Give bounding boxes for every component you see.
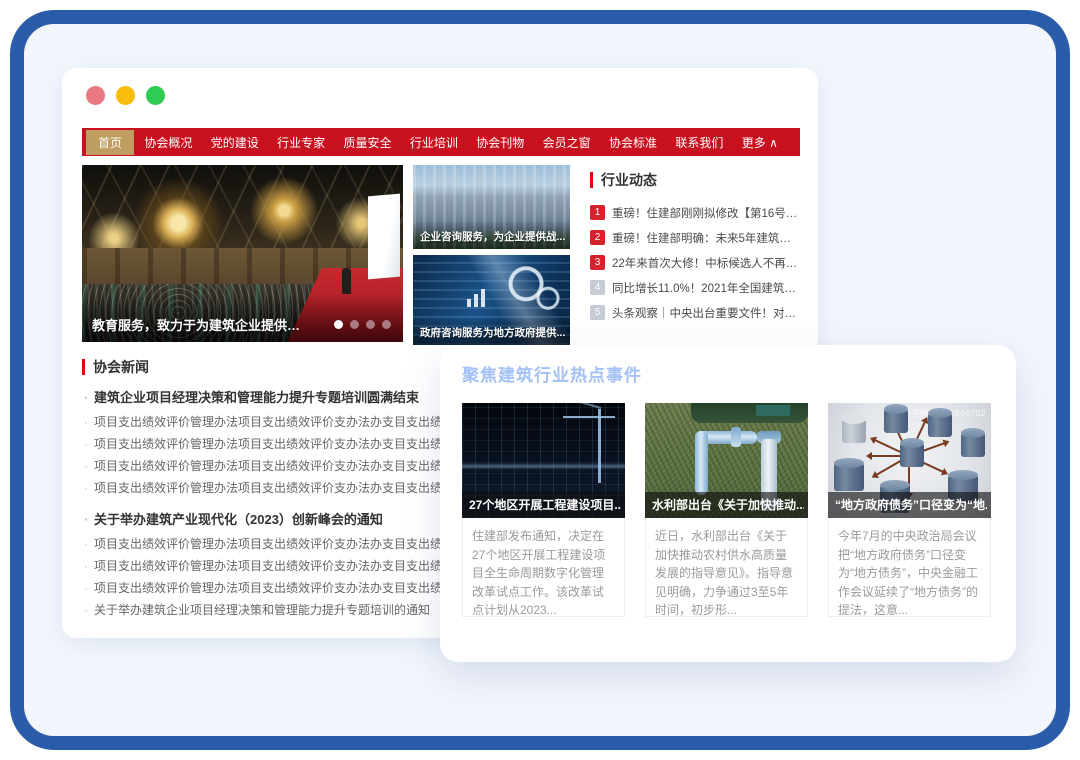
industry-news-item[interactable]: 5 头条观察｜中央出台重要文件！对建筑业影响... bbox=[590, 300, 802, 325]
nav-item-standards[interactable]: 协会标准 bbox=[601, 130, 665, 155]
nav-item-more[interactable]: 更多 ∧ bbox=[734, 130, 786, 155]
nav-item-overview[interactable]: 协会概况 bbox=[136, 130, 200, 155]
pipe-joint bbox=[731, 427, 741, 447]
hotspot-card-water-supply[interactable]: 水利部出台《关于加快推动... 近日，水利部出台《关于加快推动农村供水高质量发展… bbox=[645, 403, 808, 617]
main-navigation: 首页 协会概况 党的建设 行业专家 质量安全 行业培训 协会刊物 会员之窗 协会… bbox=[82, 128, 800, 156]
card-summary: 住建部发布通知，决定在27个地区开展工程建设项目全生命周期数字化管理改革试点工作… bbox=[463, 518, 624, 616]
barrel-icon bbox=[928, 413, 952, 437]
industry-news-text: 同比增长11.0%！2021年全国建筑业总产值... bbox=[612, 280, 802, 296]
banner-caption: 企业咨询服务，为企业提供战... bbox=[420, 229, 566, 244]
minimize-window-icon[interactable] bbox=[116, 86, 135, 105]
industry-news-text: 22年来首次大修！中标候选人不再排序！招标... bbox=[612, 255, 802, 271]
rank-badge: 1 bbox=[590, 205, 605, 220]
close-window-icon[interactable] bbox=[86, 86, 105, 105]
card-summary: 今年7月的中央政治局会议把“地方政府债务”口径变为“地方债务”，中央金融工作会议… bbox=[829, 518, 990, 616]
rank-badge: 4 bbox=[590, 280, 605, 295]
barrel-icon bbox=[842, 419, 866, 443]
nav-item-experts[interactable]: 行业专家 bbox=[269, 130, 333, 155]
chart-bars-icon bbox=[467, 289, 485, 307]
nav-item-training[interactable]: 行业培训 bbox=[402, 130, 466, 155]
barrel-icon bbox=[884, 409, 908, 433]
card-caption: “地方政府债务”口径变为“地... bbox=[835, 492, 987, 518]
rank-badge: 2 bbox=[590, 230, 605, 245]
nav-item-party-building[interactable]: 党的建设 bbox=[203, 130, 267, 155]
hotspot-title: 聚焦建筑行业热点事件 bbox=[462, 361, 642, 386]
card-summary: 近日，水利部出台《关于加快推动农村供水高质量发展的指导意见》。指导意见明确，力争… bbox=[646, 518, 807, 616]
banner-caption: 政府咨询服务为地方政府提供... bbox=[420, 325, 566, 340]
sign-board bbox=[756, 405, 790, 416]
hero-image-projector-screen bbox=[368, 194, 400, 280]
hotspot-card-local-debt[interactable]: 千图网 5121846702 “地方政府债务”口径变为“地... bbox=[828, 403, 991, 617]
barrel-icon bbox=[834, 463, 864, 491]
crane-icon bbox=[598, 409, 601, 483]
hero-caption: 教育服务，致力于为建筑企业提供企业... bbox=[92, 315, 307, 334]
carousel-dots bbox=[334, 320, 391, 329]
nav-item-contact[interactable]: 联系我们 bbox=[667, 130, 731, 155]
carousel-dot-4[interactable] bbox=[382, 320, 391, 329]
nav-item-quality-safety[interactable]: 质量安全 bbox=[336, 130, 400, 155]
banner-government-consulting[interactable]: 政府咨询服务为地方政府提供... bbox=[413, 255, 570, 345]
crane-icon bbox=[572, 403, 601, 409]
carousel-dot-2[interactable] bbox=[350, 320, 359, 329]
nav-item-home[interactable]: 首页 bbox=[86, 130, 134, 155]
industry-news-item[interactable]: 2 重磅！住建部明确：未来5年建筑业大方向定... bbox=[590, 225, 802, 250]
hotspot-card-digital-construction[interactable]: 27个地区开展工程建设项目... 住建部发布通知，决定在27个地区开展工程建设项… bbox=[462, 403, 625, 617]
barrel-icon bbox=[961, 433, 985, 457]
hero-carousel[interactable]: 教育服务，致力于为建筑企业提供企业... bbox=[82, 165, 403, 342]
card-caption: 27个地区开展工程建设项目... bbox=[469, 492, 621, 518]
industry-news-item[interactable]: 4 同比增长11.0%！2021年全国建筑业总产值... bbox=[590, 275, 802, 300]
maximize-window-icon[interactable] bbox=[146, 86, 165, 105]
rank-badge: 5 bbox=[590, 305, 605, 320]
carousel-dot-1[interactable] bbox=[334, 320, 343, 329]
industry-news-item[interactable]: 1 重磅！住建部刚刚拟修改【第16号部令】，工... bbox=[590, 200, 802, 225]
industry-news-text: 重磅！住建部刚刚拟修改【第16号部令】，工... bbox=[612, 205, 802, 221]
card-image-construction: 27个地区开展工程建设项目... bbox=[462, 403, 625, 518]
barrel-icon-center bbox=[900, 443, 924, 467]
hero-image-speaker bbox=[342, 268, 351, 294]
nav-item-journal[interactable]: 协会刊物 bbox=[468, 130, 532, 155]
industry-news-list: 1 重磅！住建部刚刚拟修改【第16号部令】，工... 2 重磅！住建部明确：未来… bbox=[590, 200, 802, 325]
window-controls bbox=[86, 86, 165, 105]
crane-icon bbox=[563, 416, 615, 418]
banner-enterprise-consulting[interactable]: 企业咨询服务，为企业提供战... bbox=[413, 165, 570, 249]
card-image-pipes: 水利部出台《关于加快推动... bbox=[645, 403, 808, 518]
hero-image-ceiling bbox=[82, 165, 403, 248]
pipe-icon bbox=[695, 431, 708, 495]
card-caption: 水利部出台《关于加快推动... bbox=[652, 492, 804, 518]
industry-news-text: 重磅！住建部明确：未来5年建筑业大方向定... bbox=[612, 230, 802, 246]
card-image-barrels: 千图网 5121846702 “地方政府债务”口径变为“地... bbox=[828, 403, 991, 518]
nav-item-members[interactable]: 会员之窗 bbox=[535, 130, 599, 155]
industry-news-item[interactable]: 3 22年来首次大修！中标候选人不再排序！招标... bbox=[590, 250, 802, 275]
carousel-dot-3[interactable] bbox=[366, 320, 375, 329]
hotspot-overlay-card: 聚焦建筑行业热点事件 27个地区开展工程建设项目... 住建部发布通知，决定在2… bbox=[440, 345, 1016, 662]
rank-badge: 3 bbox=[590, 255, 605, 270]
industry-news-title: 行业动态 bbox=[590, 172, 802, 188]
industry-news-panel: 行业动态 1 重磅！住建部刚刚拟修改【第16号部令】，工... 2 重磅！住建部… bbox=[590, 172, 802, 325]
foliage bbox=[691, 403, 808, 423]
industry-news-text: 头条观察｜中央出台重要文件！对建筑业影响... bbox=[612, 305, 802, 321]
page: 首页 协会概况 党的建设 行业专家 质量安全 行业培训 协会刊物 会员之窗 协会… bbox=[0, 0, 1080, 760]
